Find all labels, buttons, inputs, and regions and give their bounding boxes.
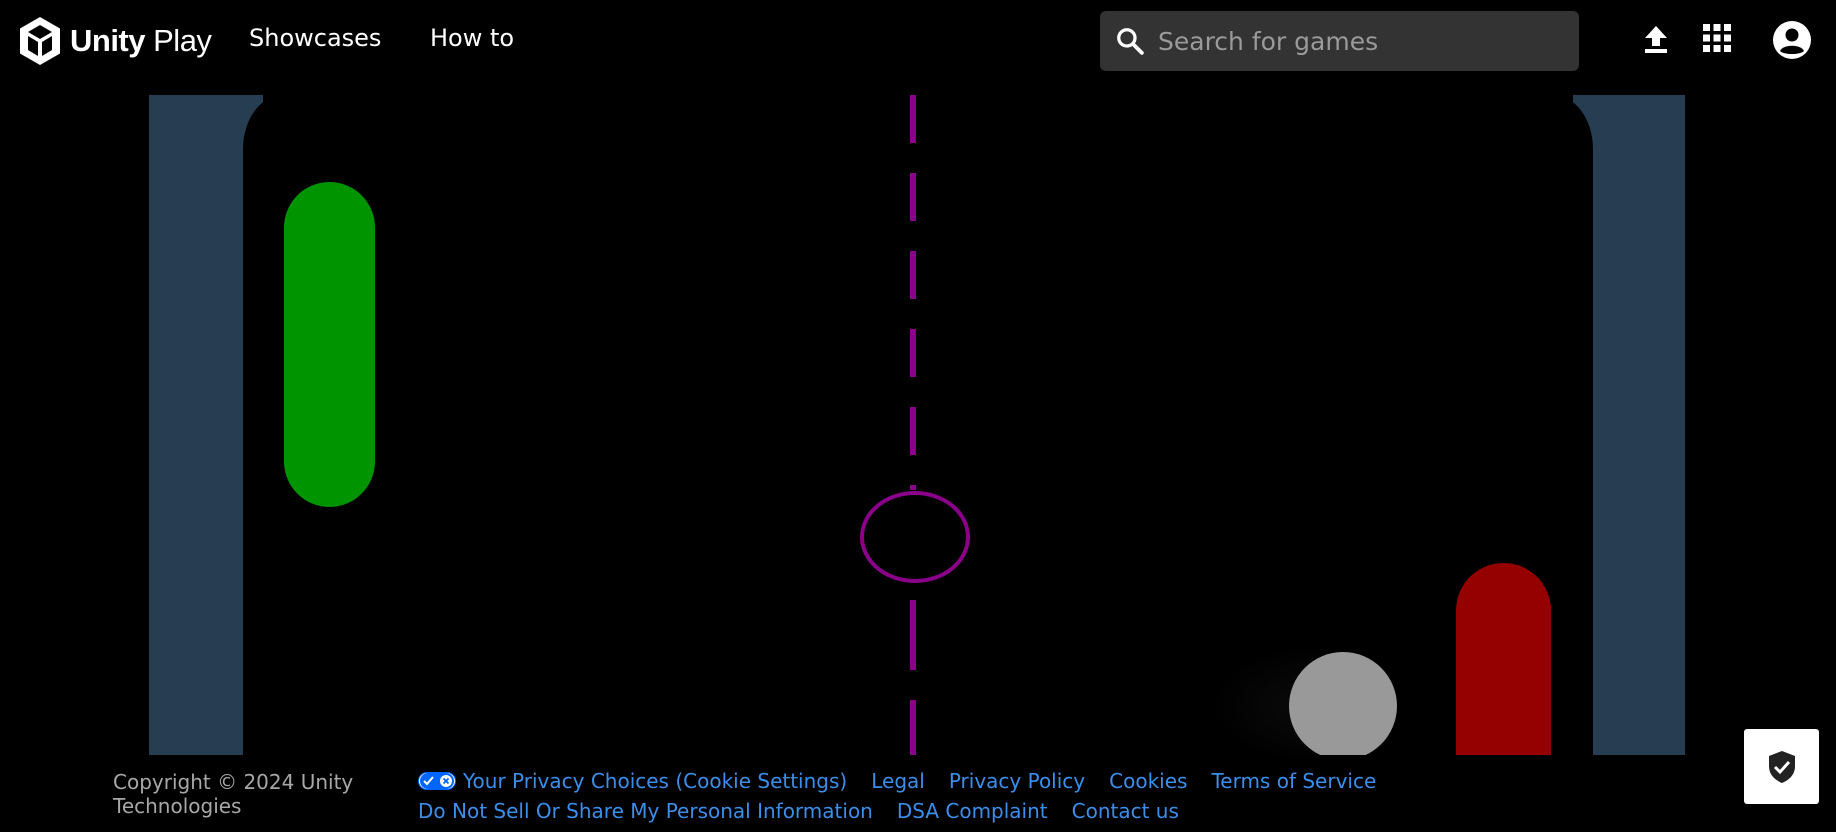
nav-showcases[interactable]: Showcases: [249, 24, 381, 52]
privacy-choices-link[interactable]: Your Privacy Choices (Cookie Settings): [463, 769, 847, 793]
left-paddle-green: [284, 182, 375, 507]
privacy-shield-button[interactable]: [1744, 729, 1819, 804]
dsa-complaint-link[interactable]: DSA Complaint: [897, 799, 1048, 823]
copyright-text: Copyright © 2024 Unity Technologies: [113, 770, 354, 818]
unity-cube-icon: [20, 17, 60, 65]
cookies-link[interactable]: Cookies: [1109, 769, 1187, 793]
terms-of-service-link[interactable]: Terms of Service: [1211, 769, 1376, 793]
top-header: Unity Play Showcases How to: [0, 0, 1836, 82]
page-footer: Copyright © 2024 Unity Technologies Your…: [0, 755, 1836, 832]
account-circle-icon[interactable]: [1772, 20, 1812, 60]
center-dashed-line: [860, 95, 970, 755]
shield-check-icon: [1768, 750, 1795, 783]
privacy-choices-toggle-icon[interactable]: [418, 772, 456, 790]
game-ball: [1289, 652, 1397, 755]
search-box[interactable]: [1100, 11, 1579, 71]
unity-play-logo[interactable]: Unity Play: [18, 16, 212, 66]
privacy-policy-link[interactable]: Privacy Policy: [949, 769, 1085, 793]
logo-text-play: Play: [153, 23, 212, 58]
footer-links-row-1: Your Privacy Choices (Cookie Settings) L…: [418, 769, 1400, 793]
game-canvas[interactable]: [149, 95, 1685, 755]
upload-icon[interactable]: [1643, 24, 1669, 54]
legal-link[interactable]: Legal: [871, 769, 925, 793]
footer-links-row-2: Do Not Sell Or Share My Personal Informa…: [418, 799, 1203, 823]
center-circle: [860, 491, 970, 583]
search-icon: [1117, 28, 1144, 55]
nav-how-to[interactable]: How to: [430, 24, 514, 52]
contact-us-link[interactable]: Contact us: [1072, 799, 1179, 823]
do-not-sell-link[interactable]: Do Not Sell Or Share My Personal Informa…: [418, 799, 873, 823]
apps-grid-icon[interactable]: [1703, 24, 1731, 52]
search-input[interactable]: [1156, 20, 1560, 62]
logo-text-unity: Unity: [70, 23, 146, 58]
right-paddle-red: [1456, 563, 1551, 755]
